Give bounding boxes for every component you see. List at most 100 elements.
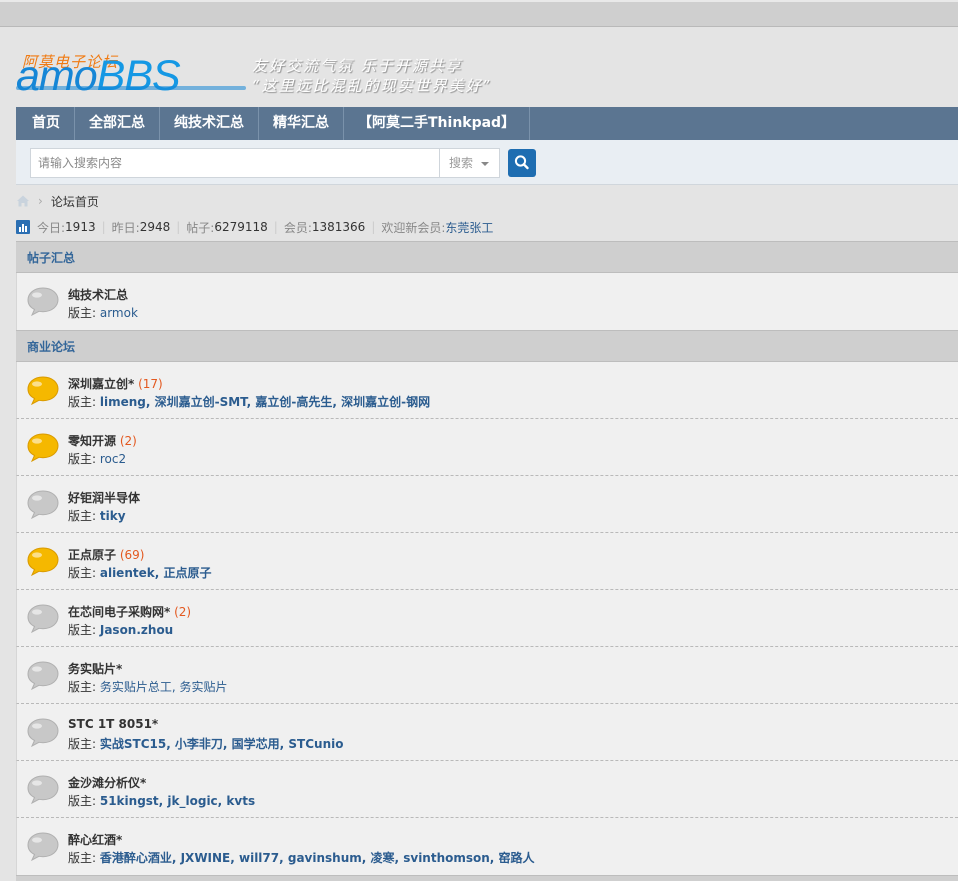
stat-divider: |	[371, 220, 376, 234]
forum-name-link[interactable]: 深圳嘉立创*	[68, 377, 134, 391]
forum-row: 零知开源 (2) 版主: roc2	[16, 419, 958, 476]
forum-new-count: (69)	[116, 548, 145, 562]
forum-new-count: (17)	[134, 377, 163, 391]
forum-row: 务实贴片* 版主: 务实贴片总工, 务实贴片	[16, 647, 958, 704]
forum-moderators: 版主: 香港醉心酒业, JXWINE, will77, gavinshum, 凌…	[68, 849, 535, 866]
browser-top-bar	[0, 0, 958, 27]
section-header[interactable]: 商业论坛	[16, 330, 958, 362]
forum-row: 正点原子 (69) 版主: alientek, 正点原子	[16, 533, 958, 590]
nav-item-home[interactable]: 首页	[16, 107, 75, 140]
moderator-links[interactable]: 务实贴片总工, 务实贴片	[100, 680, 228, 694]
forum-moderators: 版主: Jason.zhou	[68, 621, 173, 638]
moderator-links[interactable]: 香港醉心酒业, JXWINE, will77, gavinshum, 凌寒, s…	[100, 851, 535, 865]
forum-new-count: (2)	[170, 605, 192, 619]
newest-member-link[interactable]: 东莞张工	[445, 219, 493, 236]
forum-status-icon	[27, 832, 59, 861]
slogan-line-2: “这里远比混乱的现实世界美好”	[252, 77, 493, 95]
moderator-label: 版主:	[68, 452, 100, 466]
logo-bbs-text: BBS	[96, 52, 181, 100]
search-bar: 请输入搜索内容 搜索	[16, 140, 958, 185]
forum-title: 金沙滩分析仪*	[68, 774, 146, 791]
stat-divider: |	[101, 220, 106, 234]
moderator-label: 版主:	[68, 794, 100, 808]
forum-name-link[interactable]: 纯技术汇总	[68, 288, 128, 302]
site-slogan: 友好交流气氛 乐于开源共享 “这里远比混乱的现实世界美好”	[252, 56, 492, 96]
home-icon[interactable]	[16, 194, 30, 208]
moderator-label: 版主:	[68, 306, 100, 320]
moderator-links[interactable]: roc2	[100, 452, 126, 466]
forum-name-link[interactable]: STC 1T 8051*	[68, 717, 158, 731]
section-title[interactable]: 帖子汇总	[27, 249, 75, 266]
forum-status-icon	[27, 775, 59, 804]
stat-members-label: 会员:	[283, 220, 312, 235]
forum-row: 深圳嘉立创* (17) 版主: limeng, 深圳嘉立创-SMT, 嘉立创-高先…	[16, 362, 958, 419]
moderator-label: 版主:	[68, 395, 100, 409]
stat-today-value: 1913	[65, 220, 96, 234]
breadcrumb: › 论坛首页	[16, 192, 99, 210]
nav-item-digest-summary[interactable]: 精华汇总	[259, 107, 344, 140]
forum-status-icon	[27, 718, 59, 747]
forum-name-link[interactable]: 在芯间电子采购网*	[68, 605, 170, 619]
forum-name-link[interactable]: 醉心红酒*	[68, 833, 122, 847]
forum-title: 好钜润半导体	[68, 489, 140, 506]
forum-moderators: 版主: limeng, 深圳嘉立创-SMT, 嘉立创-高先生, 深圳嘉立创-钢网	[68, 393, 430, 410]
section-header[interactable]: 帖子汇总	[16, 241, 958, 273]
search-type-select[interactable]: 搜索	[439, 148, 500, 178]
stat-members-value: 1381366	[311, 220, 366, 234]
stat-today-label: 今日:	[37, 220, 66, 235]
forum-name-link[interactable]: 金沙滩分析仪*	[68, 776, 146, 790]
forum-title: STC 1T 8051*	[68, 717, 158, 731]
slogan-line-1: 友好交流气氛 乐于开源共享	[252, 57, 463, 75]
forum-row: 醉心红酒* 版主: 香港醉心酒业, JXWINE, will77, gavinsh…	[16, 818, 958, 875]
breadcrumb-current[interactable]: 论坛首页	[51, 193, 99, 210]
forum-name-link[interactable]: 正点原子	[68, 548, 116, 562]
stat-posts-value: 6279118	[214, 220, 268, 234]
forum-new-count: (2)	[116, 434, 137, 448]
forum-status-icon	[27, 490, 59, 519]
forum-moderators: 版主: 实战STC15, 小李非刀, 国学芯用, STCunio	[68, 735, 343, 752]
forum-row: STC 1T 8051* 版主: 实战STC15, 小李非刀, 国学芯用, STC…	[16, 704, 958, 761]
forum-stats: 今日: 1913 | 昨日: 2948 | 帖子: 6279118 | 会员: …	[16, 218, 493, 236]
forum-name-link[interactable]: 务实贴片*	[68, 662, 122, 676]
forum-row: 在芯间电子采购网* (2) 版主: Jason.zhou	[16, 590, 958, 647]
stat-posts-label: 帖子:	[186, 220, 215, 235]
search-input[interactable]: 请输入搜索内容	[30, 148, 440, 178]
logo-amo-text: amo	[16, 52, 98, 100]
stat-welcome-label: 欢迎新会员:	[381, 220, 446, 235]
forum-name-link[interactable]: 好钜润半导体	[68, 491, 140, 505]
forum-row: 好钜润半导体 版主: tiky	[16, 476, 958, 533]
logo-swoosh	[16, 86, 246, 90]
moderator-links[interactable]: 实战STC15, 小李非刀, 国学芯用, STCunio	[100, 737, 344, 751]
moderator-links[interactable]: alientek, 正点原子	[100, 566, 212, 580]
moderator-links[interactable]: armok	[100, 306, 138, 320]
forum-name-link[interactable]: 零知开源	[68, 434, 116, 448]
moderator-label: 版主:	[68, 737, 100, 751]
nav-item-thinkpad[interactable]: 【阿莫二手Thinkpad】	[344, 107, 531, 140]
forum-status-icon	[27, 287, 59, 316]
forum-title: 纯技术汇总	[68, 286, 128, 303]
forum-status-icon	[27, 604, 59, 633]
forum-moderators: 版主: 务实贴片总工, 务实贴片	[68, 678, 228, 695]
moderator-links[interactable]: limeng, 深圳嘉立创-SMT, 嘉立创-高先生, 深圳嘉立创-钢网	[100, 395, 430, 409]
search-button[interactable]	[508, 149, 536, 177]
search-type-label: 搜索	[449, 156, 474, 170]
search-icon	[514, 155, 529, 170]
moderator-label: 版主:	[68, 509, 100, 523]
moderator-label: 版主:	[68, 680, 100, 694]
forum-moderators: 版主: tiky	[68, 507, 126, 524]
site-logo[interactable]: 阿莫电子论坛 amoBBS	[16, 50, 248, 98]
forum-status-icon	[27, 433, 59, 462]
moderator-links[interactable]: Jason.zhou	[100, 623, 173, 637]
bar-chart-icon	[16, 220, 30, 234]
forum-title: 在芯间电子采购网* (2)	[68, 603, 191, 620]
stat-divider: |	[273, 220, 278, 234]
nav-item-tech-summary[interactable]: 纯技术汇总	[160, 107, 259, 140]
nav-item-all-summary[interactable]: 全部汇总	[75, 107, 160, 140]
moderator-links[interactable]: tiky	[100, 509, 126, 523]
forum-moderators: 版主: armok	[68, 304, 138, 321]
stat-divider: |	[176, 220, 181, 234]
forum-title: 正点原子 (69)	[68, 546, 144, 563]
section-title[interactable]: 商业论坛	[27, 338, 75, 355]
moderator-links[interactable]: 51kingst, jk_logic, kvts	[100, 794, 255, 808]
forum-status-icon	[27, 547, 59, 576]
